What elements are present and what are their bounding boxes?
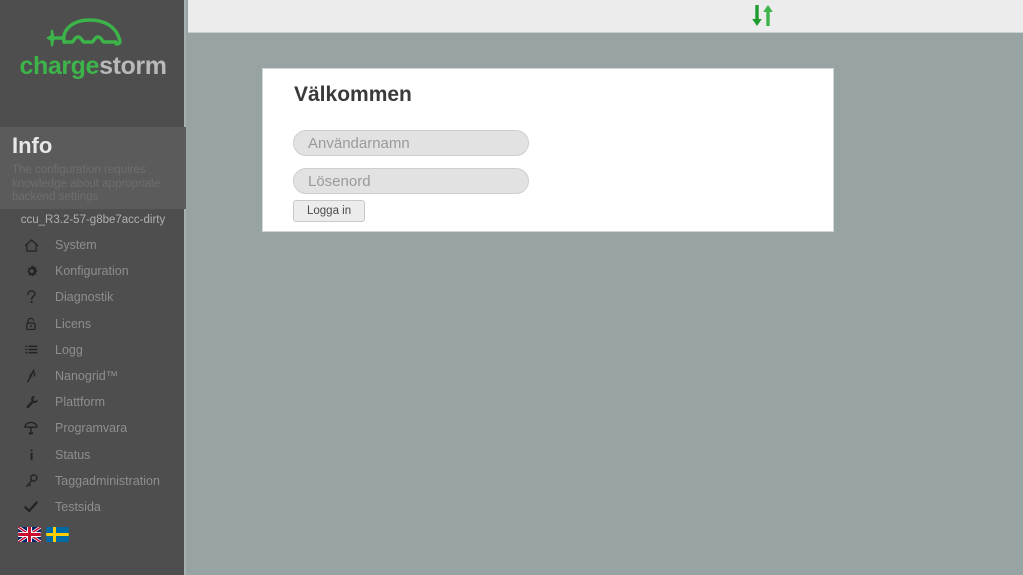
swedish-flag-icon[interactable]: [46, 527, 69, 542]
login-card: Välkommen Logga in: [262, 68, 834, 232]
english-flag-icon[interactable]: [18, 527, 41, 542]
info-panel-text: The configuration requires knowledge abo…: [12, 164, 161, 203]
car-with-plug-icon: [46, 18, 122, 47]
firmware-version: ccu_R3.2-57-g8be7acc-dirty: [20, 214, 166, 226]
home-icon: [20, 235, 42, 255]
brand-logo[interactable]: chargestorm: [0, 0, 184, 127]
page-root: chargestorm Info The configuration requi…: [0, 0, 1023, 575]
software-upload-icon: [20, 418, 42, 438]
brand-name-charge: charge: [19, 52, 100, 80]
sidebar-item-label: Diagnostik: [55, 290, 114, 305]
list-icon: [20, 340, 42, 360]
sidebar-item-diagnostik[interactable]: Diagnostik: [0, 284, 186, 310]
sidebar: chargestorm Info The configuration requi…: [0, 0, 186, 575]
info-panel-title: Info: [12, 133, 53, 158]
sidebar-item-label: Licens: [55, 316, 92, 331]
login-button[interactable]: Logga in: [293, 200, 366, 222]
info-panel: Info The configuration requires knowledg…: [0, 127, 186, 209]
lock-icon: [20, 314, 42, 334]
brand-name-storm: storm: [99, 52, 167, 80]
sidebar-item-taggadministration[interactable]: Taggadministration: [0, 468, 186, 494]
page-title: Välkommen: [294, 83, 412, 106]
sidebar-item-programvara[interactable]: Programvara: [0, 415, 186, 441]
sidebar-item-licens[interactable]: Licens: [0, 311, 186, 337]
sidebar-menu: System Konfiguration Diagnostik Licens L…: [0, 232, 186, 520]
sidebar-item-label: Taggadministration: [55, 473, 160, 488]
sidebar-item-plattform[interactable]: Plattform: [0, 389, 186, 415]
sidebar-item-label: Testsida: [55, 499, 101, 514]
question-mark-icon: [20, 287, 42, 307]
sidebar-item-status[interactable]: Status: [0, 442, 186, 468]
sidebar-item-label: Konfiguration: [55, 264, 129, 279]
username-input[interactable]: [293, 130, 529, 156]
up-down-arrows-icon[interactable]: [749, 3, 777, 29]
wrench-icon: [20, 392, 42, 412]
checkmark-icon: [20, 497, 42, 517]
nanogrid-icon: [20, 366, 42, 386]
brand-wordmark: chargestorm: [0, 52, 186, 81]
sidebar-item-label: Programvara: [55, 421, 128, 436]
top-bar: [188, 0, 1023, 33]
sidebar-item-label: System: [55, 238, 97, 253]
sidebar-item-logg[interactable]: Logg: [0, 337, 186, 363]
sidebar-item-label: Logg: [55, 342, 83, 357]
sidebar-item-label: Nanogrid™: [55, 369, 119, 384]
sidebar-item-label: Status: [55, 447, 91, 462]
sidebar-item-system[interactable]: System: [0, 232, 186, 258]
sidebar-item-nanogrid[interactable]: Nanogrid™: [0, 363, 186, 389]
info-i-icon: [20, 445, 42, 465]
sidebar-item-label: Plattform: [55, 395, 106, 410]
gear-icon: [20, 261, 42, 281]
sidebar-item-testsida[interactable]: Testsida: [0, 494, 186, 520]
main-content: Välkommen Logga in: [188, 34, 1023, 575]
sidebar-item-konfiguration[interactable]: Konfiguration: [0, 258, 186, 284]
language-switcher: [18, 527, 69, 542]
password-input[interactable]: [293, 168, 529, 194]
key-icon: [20, 471, 42, 491]
